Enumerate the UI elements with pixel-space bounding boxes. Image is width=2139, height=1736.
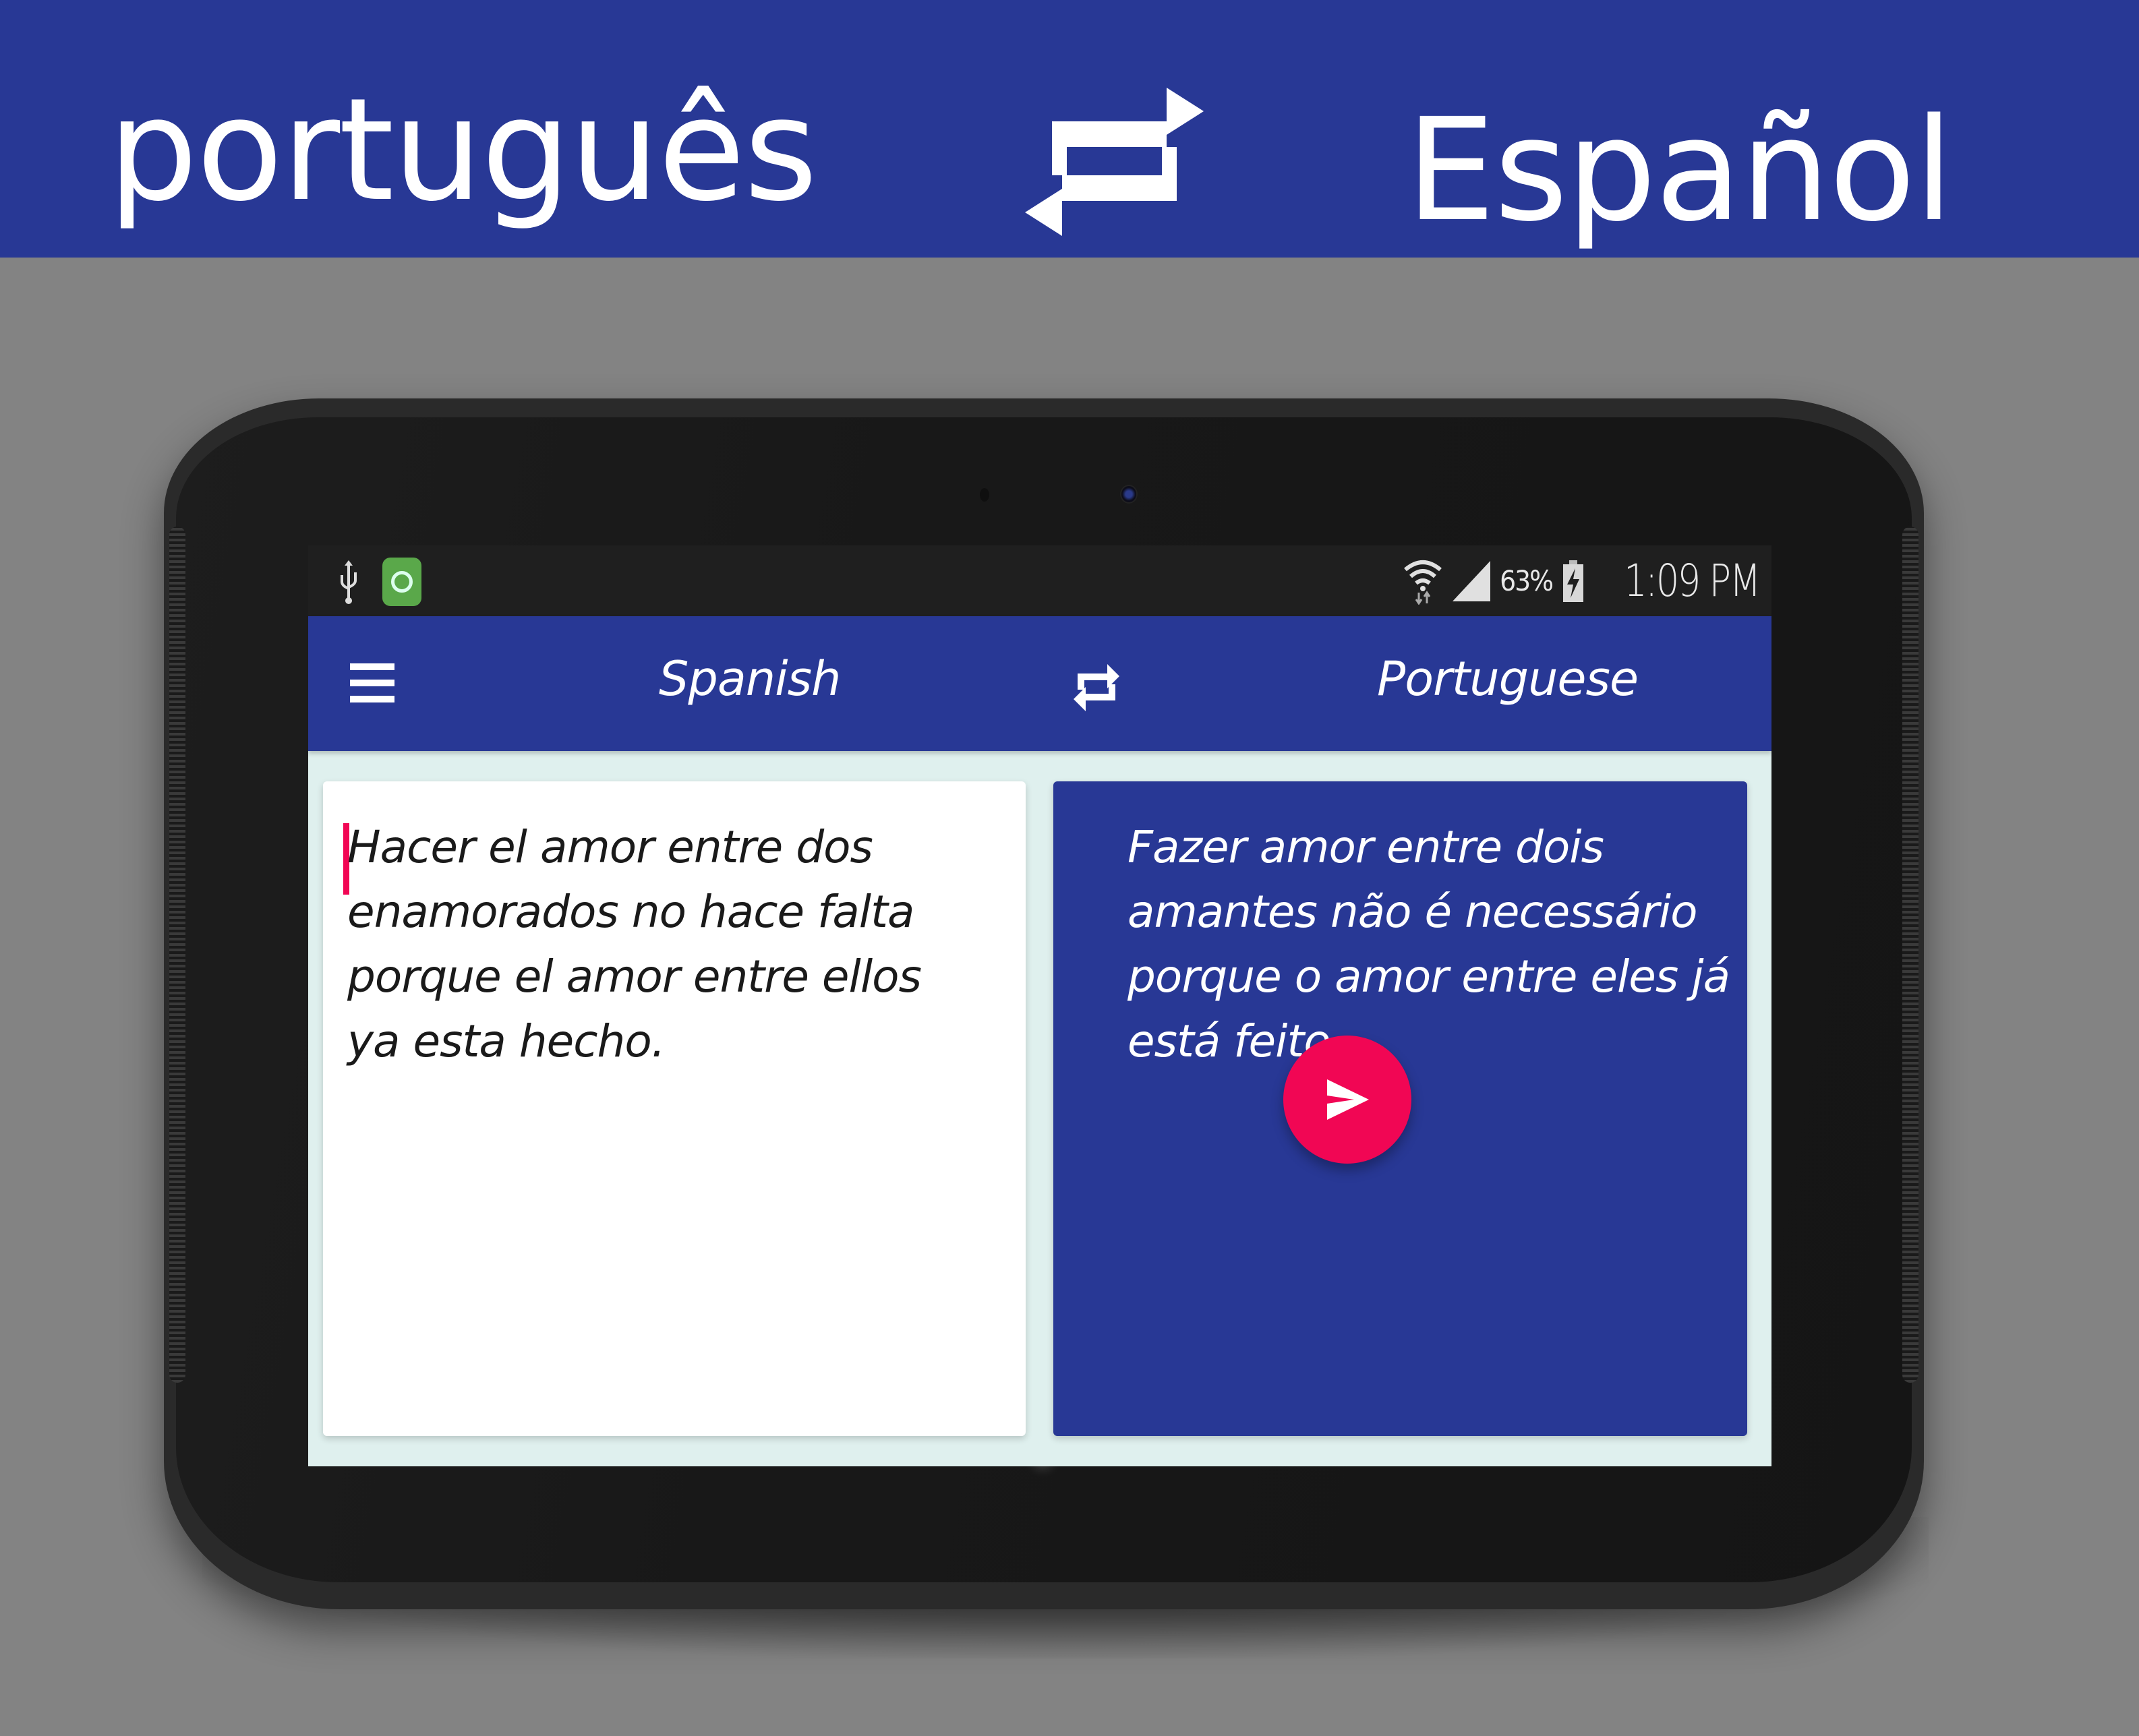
cell-signal-icon: [1453, 560, 1491, 601]
battery-percent: 63%: [1500, 564, 1554, 597]
source-card: Hacer el amor entre dos enamorados no ha…: [323, 781, 1026, 1436]
swap-languages-button[interactable]: [1072, 660, 1121, 714]
translated-text: Fazer amor entre dois amantes não é nece…: [1127, 821, 1730, 1067]
front-camera: [1120, 485, 1138, 504]
app-screen: 63% 1:09 PM Spanish Portuguese Hacer el …: [308, 545, 1771, 1466]
speaker-grille-right: [1902, 527, 1918, 1383]
status-bar-right: 63% 1:09 PM: [1403, 545, 1761, 616]
app-bar: Spanish Portuguese: [308, 616, 1771, 751]
source-text-input[interactable]: Hacer el amor entre dos enamorados no ha…: [347, 815, 974, 1074]
wifi-icon: [1404, 560, 1442, 605]
clock: 1:09 PM: [1624, 555, 1761, 607]
source-language-selector[interactable]: Spanish: [659, 651, 841, 707]
hamburger-menu-icon[interactable]: [350, 663, 394, 702]
usb-icon: [341, 560, 357, 604]
swap-arrows-icon: [1025, 88, 1204, 236]
status-bar: 63% 1:09 PM: [308, 545, 1771, 616]
light-sensor: [980, 488, 989, 502]
banner-right-language: Español: [1406, 88, 1954, 253]
target-language-selector[interactable]: Portuguese: [1377, 651, 1639, 707]
battery-charging-icon: [1563, 560, 1584, 602]
translate-button[interactable]: [1283, 1036, 1411, 1164]
speaker-grille-left: [169, 527, 185, 1383]
promo-banner: português Español: [0, 0, 2139, 258]
banner-left-language: português: [108, 67, 818, 233]
send-icon: [1327, 1079, 1369, 1120]
app-notification-icon: [382, 558, 421, 606]
